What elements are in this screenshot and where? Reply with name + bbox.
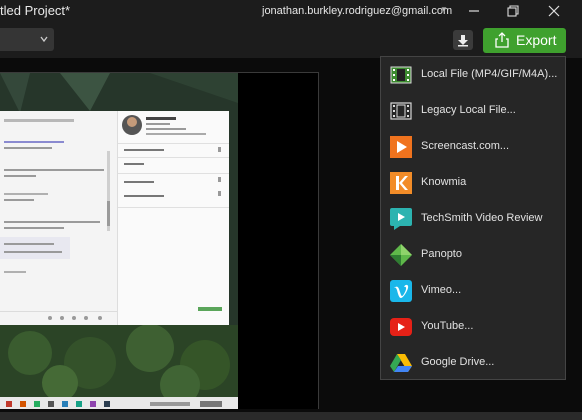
menu-item-panopto[interactable]: Panopto (381, 237, 565, 273)
restore-icon[interactable] (505, 3, 521, 19)
close-icon[interactable] (546, 3, 562, 19)
minimize-icon[interactable] (466, 3, 482, 19)
menu-item-local-file[interactable]: Local File (MP4/GIF/M4A)... (381, 57, 565, 93)
download-button[interactable] (453, 30, 473, 50)
export-button[interactable]: Export (483, 28, 566, 53)
screencast-icon (390, 136, 412, 158)
account-email[interactable]: jonathan.burkley.rodriguez@gmail.com (262, 5, 452, 17)
film-icon (390, 66, 412, 84)
menu-item-label: Vimeo... (421, 284, 462, 296)
teams-window (0, 111, 229, 325)
chevron-down-icon (40, 36, 48, 43)
export-label: Export (516, 32, 557, 48)
recorder-badges (203, 85, 226, 99)
menu-item-legacy-local-file[interactable]: Legacy Local File... (381, 93, 565, 129)
menu-item-label: Screencast.com... (421, 140, 510, 152)
menu-item-techsmith-video-review[interactable]: TechSmith Video Review (381, 201, 565, 237)
google-drive-icon (390, 354, 412, 372)
legacy-film-icon (390, 102, 412, 120)
menu-item-vimeo[interactable]: Vimeo... (381, 273, 565, 309)
menu-item-label: Local File (MP4/GIF/M4A)... (421, 68, 558, 80)
taskbar-icons (6, 401, 222, 407)
menu-item-label: Google Drive... (421, 356, 495, 368)
menu-item-google-drive[interactable]: Google Drive... (381, 345, 565, 381)
menu-item-label: Knowmia (421, 176, 467, 188)
toolbar: Export (0, 24, 582, 58)
knowmia-icon (390, 172, 412, 194)
menu-item-knowmia[interactable]: Knowmia (381, 165, 565, 201)
menu-item-screencast[interactable]: Screencast.com... (381, 129, 565, 165)
title-bar: tled Project* jonathan.burkley.rodriguez… (0, 0, 582, 24)
video-preview[interactable] (0, 72, 319, 409)
menu-item-label: Panopto (421, 248, 462, 260)
contact-card (117, 111, 229, 325)
menu-item-label: YouTube... (421, 320, 474, 332)
menu-item-label: TechSmith Video Review (421, 212, 543, 224)
menu-item-youtube[interactable]: YouTube... (381, 309, 565, 345)
window-title: tled Project* (0, 3, 71, 18)
video-review-icon (390, 208, 412, 230)
chat-pane (0, 111, 117, 325)
zoom-select[interactable] (0, 28, 54, 51)
account-caret-icon[interactable]: ▼ (440, 5, 448, 14)
contact-card-content (118, 115, 229, 311)
download-icon (458, 35, 468, 47)
share-icon (495, 32, 509, 48)
preview-taskbar (0, 397, 238, 409)
menu-item-label: Legacy Local File... (421, 104, 516, 116)
letterbox-area (203, 73, 318, 409)
timeline-strip (0, 412, 582, 420)
vimeo-icon (390, 280, 412, 302)
youtube-icon (390, 318, 412, 336)
panopto-icon (390, 244, 412, 266)
export-menu: Local File (MP4/GIF/M4A)... Legacy Local… (380, 56, 566, 380)
